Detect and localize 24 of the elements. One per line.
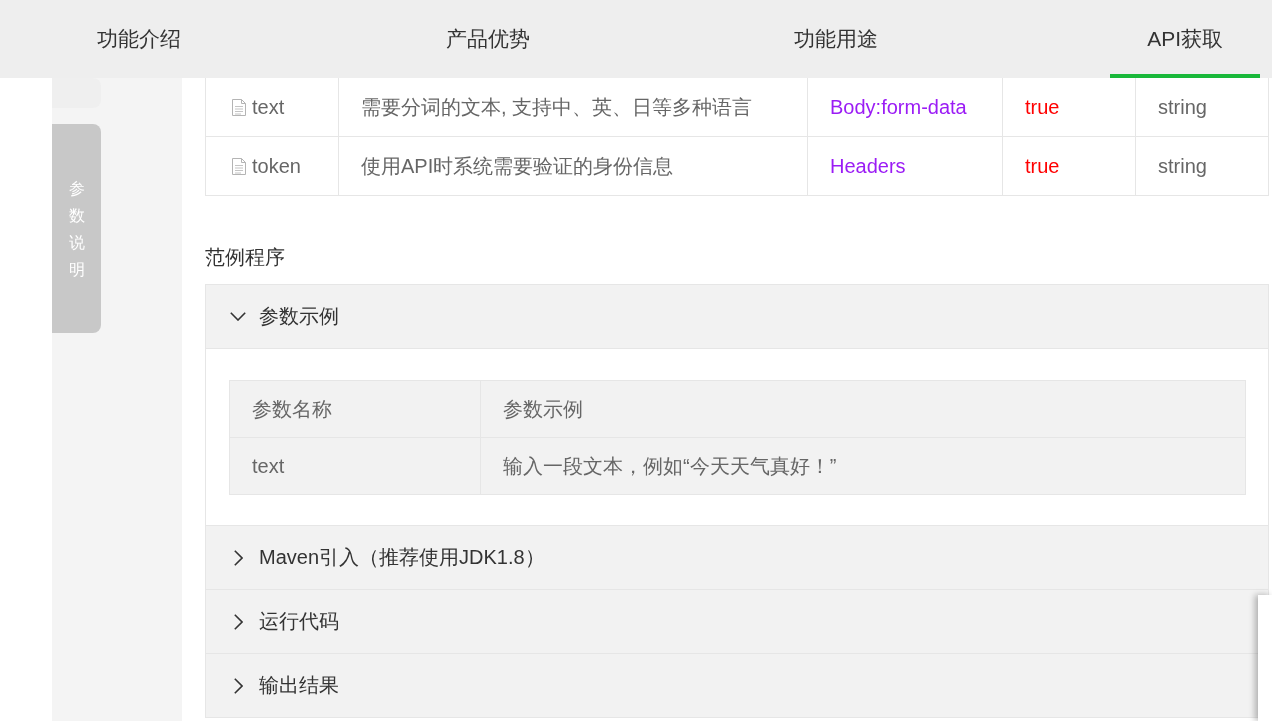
accordion-header[interactable]: 运行代码 xyxy=(206,590,1268,654)
table-cell: token xyxy=(252,154,301,178)
table-cell: Body:form-data xyxy=(807,78,1002,137)
file-icon xyxy=(232,98,246,116)
table-cell: 使用API时系统需要验证的身份信息 xyxy=(338,137,807,196)
table-header-cell: 参数名称 xyxy=(230,381,481,438)
table-cell: string xyxy=(1135,137,1269,196)
table-cell: string xyxy=(1135,78,1269,137)
nav-tab[interactable]: 产品优势 xyxy=(412,0,563,78)
table-cell: 输入一段文本，例如“今天天气真好！” xyxy=(481,438,1246,495)
section-title: 范例程序 xyxy=(205,245,285,270)
table-cell: text xyxy=(230,438,481,495)
accordion-header[interactable]: Maven引入（推荐使用JDK1.8） xyxy=(206,526,1268,590)
nav-tab[interactable]: API获取 xyxy=(1110,0,1261,78)
nav-tab[interactable]: 功能用途 xyxy=(761,0,912,78)
table-cell: text xyxy=(252,95,285,119)
table-cell: 需要分词的文本, 支持中、英、日等多种语言 xyxy=(338,78,807,137)
table-cell: true xyxy=(1002,78,1135,137)
table-cell: true xyxy=(1002,137,1135,196)
nav-tab[interactable]: 功能介绍 xyxy=(64,0,214,78)
file-icon xyxy=(232,157,246,175)
table-cell: Headers xyxy=(807,137,1002,196)
table-header-cell: 参数示例 xyxy=(481,381,1246,438)
accordion-header[interactable]: 参数示例 xyxy=(206,285,1268,349)
